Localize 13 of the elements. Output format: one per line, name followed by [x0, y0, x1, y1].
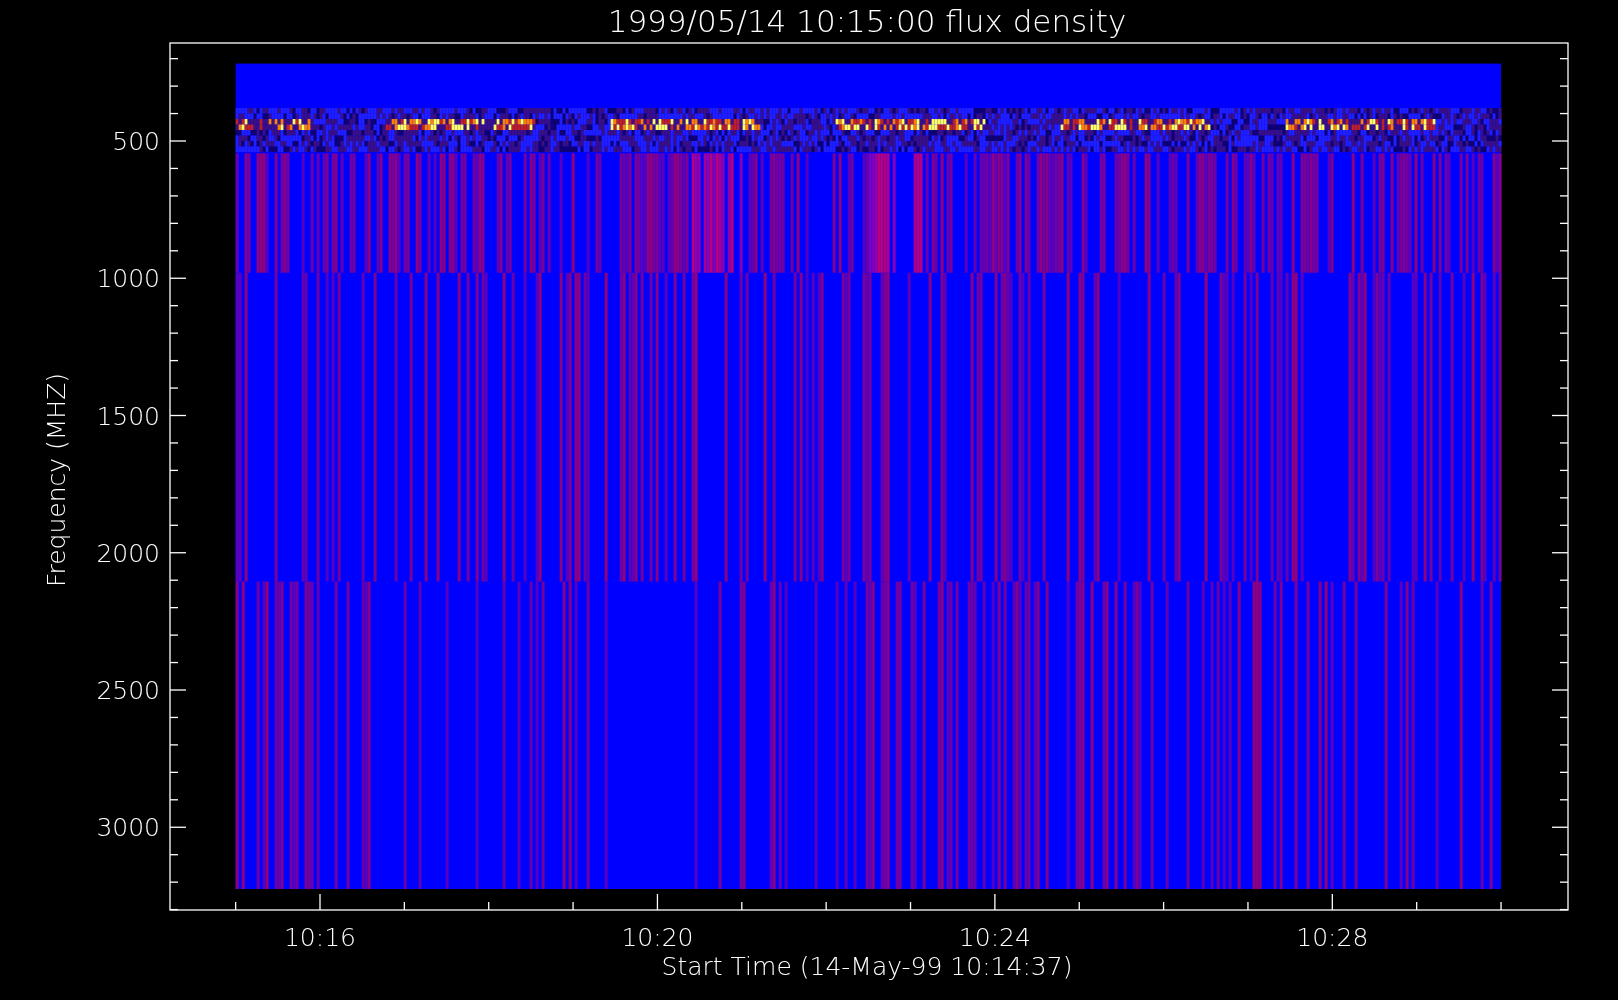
x-tick-label: 10:16	[284, 923, 356, 952]
y-tick-label: 500	[112, 127, 160, 156]
y-tick-label: 2500	[96, 676, 160, 705]
x-tick-label: 10:20	[621, 923, 694, 952]
y-tick-label: 1000	[96, 264, 160, 294]
y-axis-label: Frequency (MHZ)	[42, 372, 71, 588]
y-tick-label: 1500	[96, 401, 160, 431]
y-tick-label: 3000	[96, 813, 160, 843]
chart-title: 1999/05/14 10:15:00 flux density	[607, 3, 1127, 39]
y-tick-label: 2000	[96, 538, 160, 568]
x-tick-label: 10:28	[1296, 923, 1369, 952]
x-axis-label: Start Time (14-May-99 10:14:37)	[661, 952, 1073, 981]
x-tick-label: 10:24	[958, 923, 1031, 952]
